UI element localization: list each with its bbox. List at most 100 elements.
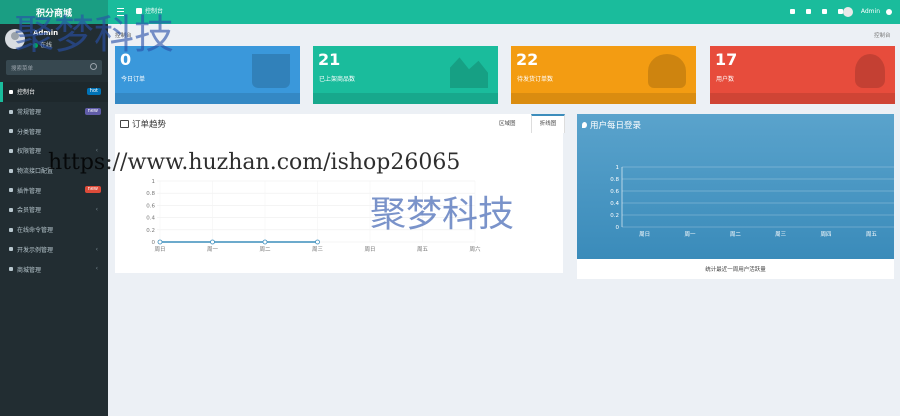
stat-footer[interactable] [511, 93, 696, 104]
gear-icon[interactable] [886, 9, 892, 15]
sidebar-item[interactable]: 在线命令管理 [0, 220, 108, 240]
daily-login-panel: 用户每日登录 0 0.2 0.4 0.6 0.8 1 周日 周一 周二 周三 周四 周五 统计最近一周… [577, 114, 894, 279]
inbox-icon [120, 120, 129, 128]
menu-badge: hot [86, 88, 101, 95]
x-tick-label: 周四 [820, 231, 831, 238]
tab-area-chart[interactable]: 区域图 [499, 119, 516, 127]
order-trend-title-text: 订单趋势 [132, 120, 167, 130]
sidebar-item[interactable]: 常规管理 new [0, 102, 108, 122]
x-tick-label: 周一 [684, 231, 696, 238]
language-icon[interactable] [822, 9, 827, 14]
stat-box-products: 21 已上架商品数 [313, 46, 498, 104]
tab-line-chart[interactable]: 折线图 [531, 114, 565, 133]
sidebar-item-label: 插件管理 [17, 187, 42, 195]
watermark-url: https://www.huzhan.com/ishop26065 [48, 150, 461, 175]
menu-item-icon [9, 89, 13, 94]
y-tick-label: 1 [152, 179, 156, 185]
sidebar-item-label: 在线命令管理 [17, 227, 54, 235]
x-tick-label: 周日 [639, 231, 650, 238]
x-tick-label: 周二 [259, 246, 271, 253]
stat-label: 已上架商品数 [319, 76, 356, 83]
menu-badge: new [84, 107, 101, 115]
y-tick-label: 0.6 [146, 203, 155, 209]
stat-footer[interactable] [710, 93, 895, 104]
menu-item-icon [9, 227, 13, 232]
sidebar-item[interactable]: 开发示例管理 ‹ [0, 240, 108, 260]
x-tick-label: 周三 [775, 231, 787, 238]
top-navbar: 控制台 Admin [108, 0, 900, 24]
sidebar-item[interactable]: 商城管理 ‹ [0, 259, 108, 279]
menu-item-icon [9, 168, 13, 173]
menu-item-icon [9, 207, 13, 212]
stat-label: 今日订单 [121, 76, 146, 83]
y-tick-label: 0 [616, 225, 620, 231]
search-icon[interactable] [90, 63, 97, 70]
x-tick-label: 周日 [364, 246, 375, 253]
y-tick-label: 1 [616, 165, 620, 171]
sidebar-item[interactable]: 控制台 hot [0, 82, 108, 102]
watermark-brand-center: 聚梦科技 [370, 194, 515, 235]
cart-icon [252, 54, 290, 88]
x-tick-label: 周日 [154, 246, 165, 253]
stat-box-pending: 22 待发货订单数 [511, 46, 696, 104]
sidebar-item[interactable]: 会员管理 ‹ [0, 200, 108, 220]
menu-item-icon [9, 188, 13, 193]
chevron-left-icon: ‹ [95, 245, 98, 253]
x-tick-label: 周一 [207, 246, 219, 253]
x-tick-label: 周三 [312, 246, 324, 253]
daily-login-footer: 统计最近一周用户活跃量 [705, 267, 766, 273]
sidebar-menu: 控制台 hot 常规管理 new 分类管理 权限管理 ‹ 物流接口配置 插件管理 new 会员管理 ‹… [0, 82, 108, 279]
sidebar-item-label: 分类管理 [17, 128, 42, 136]
sidebar-item-label: 常规管理 [17, 109, 42, 117]
sidebar-item[interactable]: 插件管理 new [0, 180, 108, 200]
search-input[interactable]: 搜索菜单 [6, 60, 102, 75]
sidebar-item-label: 权限管理 [17, 148, 42, 156]
stat-footer[interactable] [313, 93, 498, 104]
menu-item-icon [9, 148, 13, 153]
chevron-left-icon: ‹ [95, 265, 98, 273]
sidebar-item-label: 会员管理 [17, 207, 42, 215]
y-tick-label: 0 [152, 240, 156, 246]
order-trend-title: 订单趋势 [120, 118, 166, 130]
topbar-admin-name[interactable]: Admin [861, 8, 880, 15]
home-icon[interactable] [790, 9, 795, 14]
sidebar-item-label: 开发示例管理 [17, 246, 54, 254]
y-tick-label: 0.6 [610, 189, 619, 195]
menu-item-icon [9, 267, 13, 272]
x-tick-label: 周五 [866, 231, 878, 238]
area-chart-icon [450, 57, 488, 88]
y-tick-label: 0.8 [146, 191, 155, 197]
x-tick-label: 周二 [730, 231, 742, 238]
stat-value: 22 [516, 50, 539, 69]
chevron-left-icon: ‹ [95, 206, 98, 214]
y-tick-label: 0.2 [146, 228, 155, 234]
sidebar-item[interactable]: 分类管理 [0, 121, 108, 141]
data-point [210, 239, 215, 245]
y-tick-label: 0.4 [610, 201, 619, 207]
user-icon [855, 54, 885, 88]
topbar-tools [790, 9, 843, 14]
stat-label: 待发货订单数 [517, 76, 554, 83]
data-point [262, 239, 268, 245]
y-tick-label: 0.4 [146, 216, 155, 222]
trash-icon[interactable] [806, 9, 811, 14]
x-tick-label: 周五 [417, 246, 429, 253]
daily-login-chart: 0 0.2 0.4 0.6 0.8 1 周日 周一 周二 周三 周四 周五 [610, 165, 894, 238]
stat-label: 用户数 [716, 76, 735, 83]
users-icon [648, 54, 686, 88]
y-tick-label: 0.2 [610, 213, 619, 219]
watermark-brand-top: 聚梦科技 [14, 12, 174, 58]
x-tick-label: 周六 [469, 245, 481, 253]
stat-box-users: 17 用户数 [710, 46, 895, 104]
data-point [157, 239, 163, 245]
stat-footer[interactable] [115, 93, 300, 104]
data-point [315, 239, 320, 245]
topbar-avatar[interactable] [843, 7, 853, 17]
sidebar: 积分商城 Admin 在线 搜索菜单 控制台 hot 常规管理 new 分类管理 权限管理… [0, 0, 108, 416]
menu-item-icon [9, 109, 13, 114]
breadcrumb-right[interactable]: 控制台 [874, 31, 891, 39]
sidebar-item-label: 控制台 [17, 89, 36, 97]
menu-item-icon [9, 247, 13, 252]
stat-value: 17 [715, 50, 738, 69]
menu-badge: new [84, 186, 101, 194]
